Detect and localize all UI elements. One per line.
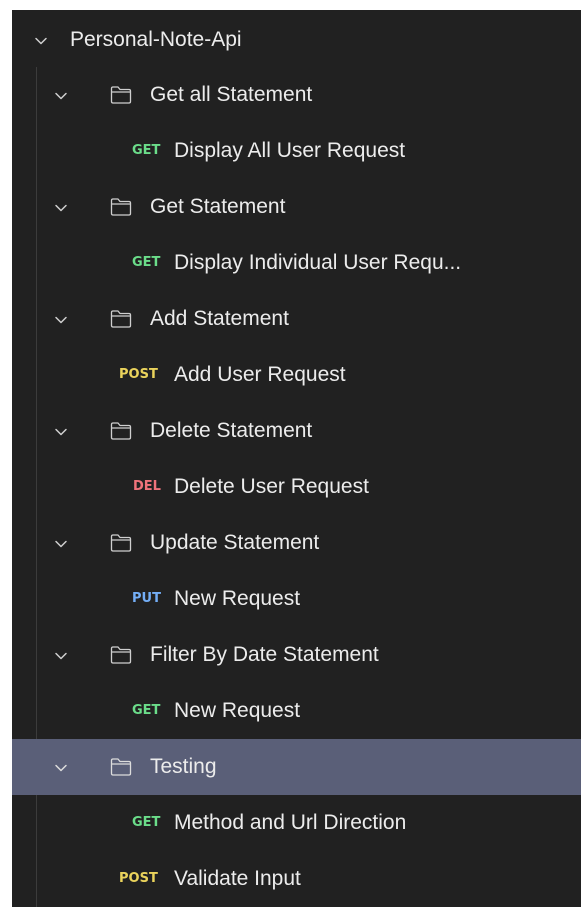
folder-row[interactable]: Update Statement bbox=[12, 515, 581, 571]
folder-name: Testing bbox=[150, 755, 217, 778]
folder-icon bbox=[110, 646, 132, 664]
collections-sidebar: Personal-Note-Api Get all Statement GET … bbox=[12, 10, 581, 907]
chevron-down-icon[interactable] bbox=[54, 313, 68, 327]
chevron-down-icon[interactable] bbox=[54, 201, 68, 215]
request-name: Validate Input bbox=[174, 867, 301, 890]
folder-name: Add Statement bbox=[150, 307, 289, 330]
folder-icon bbox=[110, 422, 132, 440]
request-row[interactable]: POST Add User Request bbox=[12, 347, 581, 403]
chevron-down-icon[interactable] bbox=[54, 537, 68, 551]
request-name: Display All User Request bbox=[174, 139, 406, 162]
request-name: Add User Request bbox=[174, 363, 346, 386]
chevron-down-icon[interactable] bbox=[54, 649, 68, 663]
chevron-down-icon[interactable] bbox=[34, 34, 48, 48]
folder-icon bbox=[110, 758, 132, 776]
folder-row[interactable]: Delete Statement bbox=[12, 403, 581, 459]
folder-icon bbox=[110, 86, 132, 104]
chevron-down-icon[interactable] bbox=[54, 89, 68, 103]
request-row[interactable]: POST Validate Input bbox=[12, 851, 581, 907]
request-name: New Request bbox=[174, 699, 301, 722]
request-name: Delete User Request bbox=[174, 475, 369, 498]
method-badge: GET bbox=[132, 703, 161, 718]
request-name: New Request bbox=[174, 587, 301, 610]
request-row[interactable]: GET Display Individual User Requ... bbox=[12, 235, 581, 291]
request-row[interactable]: GET New Request bbox=[12, 683, 581, 739]
folder-name: Delete Statement bbox=[150, 419, 313, 442]
method-badge: GET bbox=[132, 143, 161, 158]
method-badge: DEL bbox=[133, 479, 161, 494]
chevron-down-icon[interactable] bbox=[54, 761, 68, 775]
folder-icon bbox=[110, 198, 132, 216]
folder-name: Filter By Date Statement bbox=[150, 643, 379, 666]
method-badge: POST bbox=[119, 367, 158, 382]
folder-icon bbox=[110, 310, 132, 328]
request-name: Display Individual User Requ... bbox=[174, 251, 462, 274]
folder-row[interactable]: Filter By Date Statement bbox=[12, 627, 581, 683]
request-row[interactable]: GET Display All User Request bbox=[12, 123, 581, 179]
method-badge: POST bbox=[119, 871, 158, 886]
method-badge: GET bbox=[132, 255, 161, 270]
folder-name: Get all Statement bbox=[150, 83, 313, 106]
method-badge: GET bbox=[132, 815, 161, 830]
folder-row[interactable]: Get all Statement bbox=[12, 67, 581, 123]
folder-name: Update Statement bbox=[150, 531, 320, 554]
folder-row-selected[interactable]: Testing bbox=[12, 739, 581, 795]
method-badge: PUT bbox=[132, 591, 161, 606]
request-row[interactable]: PUT New Request bbox=[12, 571, 581, 627]
collection-name: Personal-Note-Api bbox=[70, 28, 242, 51]
request-name: Method and Url Direction bbox=[174, 811, 407, 834]
folder-icon bbox=[110, 534, 132, 552]
request-row[interactable]: GET Method and Url Direction bbox=[12, 795, 581, 851]
folder-row[interactable]: Get Statement bbox=[12, 179, 581, 235]
folder-row[interactable]: Add Statement bbox=[12, 291, 581, 347]
collection-row[interactable]: Personal-Note-Api bbox=[12, 12, 581, 68]
chevron-down-icon[interactable] bbox=[54, 425, 68, 439]
request-row[interactable]: DEL Delete User Request bbox=[12, 459, 581, 515]
folder-name: Get Statement bbox=[150, 195, 286, 218]
